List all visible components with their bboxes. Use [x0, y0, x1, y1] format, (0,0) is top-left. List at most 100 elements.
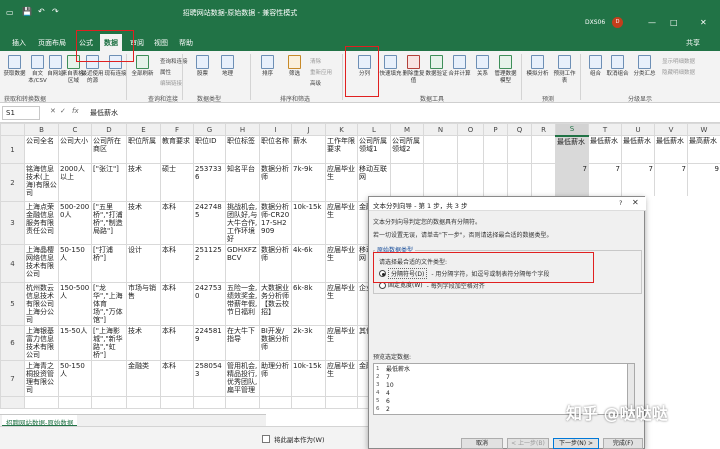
- advanced-filter-button[interactable]: 高级: [310, 79, 321, 87]
- row-header[interactable]: 6: [0, 325, 25, 361]
- column-header-o[interactable]: O: [457, 123, 484, 136]
- table-cell[interactable]: 管用机会,精品投行,优秀团队,扁平管理: [225, 360, 260, 397]
- stocks-button[interactable]: 股票: [190, 51, 215, 95]
- table-cell[interactable]: 2427485: [193, 201, 226, 245]
- formula-input[interactable]: 最低薪水: [90, 108, 118, 118]
- table-cell[interactable]: [483, 135, 508, 164]
- select-all-corner[interactable]: [0, 123, 25, 136]
- ungroup-button[interactable]: 取消组合: [605, 51, 630, 95]
- row-header[interactable]: 7: [0, 360, 25, 397]
- table-cell[interactable]: 应届毕业生: [325, 325, 358, 361]
- what-if-button[interactable]: 模拟分析: [525, 51, 550, 95]
- properties-button[interactable]: 属性: [160, 68, 171, 76]
- show-detail-button[interactable]: 显示明细数据: [662, 57, 695, 65]
- table-cell[interactable]: 50-150人: [58, 244, 92, 283]
- table-cell[interactable]: 挑战机会,团队好,与大牛合作,工作环境好: [225, 201, 260, 245]
- name-box[interactable]: S1: [2, 106, 40, 120]
- table-cell[interactable]: 公司所在商区: [91, 135, 127, 164]
- table-cell[interactable]: 应届毕业生: [325, 244, 358, 283]
- table-cell[interactable]: 本科: [160, 325, 194, 361]
- dialog-close-icon[interactable]: ✕: [632, 198, 639, 207]
- table-cell[interactable]: 硕士: [160, 163, 194, 202]
- column-header-s[interactable]: S: [555, 123, 589, 137]
- data-validation-button[interactable]: 数据验证: [424, 51, 449, 95]
- share-button[interactable]: 共享: [686, 38, 700, 48]
- table-cell[interactable]: 上海青之桐投资管理有限公司: [24, 360, 59, 397]
- table-cell[interactable]: 10k-15k: [291, 360, 326, 397]
- column-header-w[interactable]: W: [687, 123, 720, 136]
- table-cell[interactable]: 五险一金,绩效奖金,带薪年假,节日福利: [225, 282, 260, 326]
- table-cell[interactable]: 数据分析师: [259, 163, 292, 202]
- table-cell[interactable]: 技术: [126, 201, 161, 245]
- table-cell[interactable]: 大数据业务分析师【数云校招】: [259, 282, 292, 326]
- manage-data-model-button[interactable]: 管理数据模型: [493, 51, 518, 95]
- table-cell[interactable]: 应届毕业生: [325, 163, 358, 202]
- table-cell[interactable]: ["龙华","上海体育场","万体馆"]: [91, 282, 127, 326]
- get-data-button[interactable]: 获取数据: [2, 51, 27, 95]
- table-cell[interactable]: 10k-15k: [291, 201, 326, 245]
- column-header-j[interactable]: J: [291, 123, 326, 136]
- table-cell[interactable]: 杭州数云信息技术有限公司上海分公司: [24, 282, 59, 326]
- table-cell[interactable]: 数据分析师: [259, 244, 292, 283]
- table-cell[interactable]: 2000人以上: [58, 163, 92, 202]
- hide-detail-button[interactable]: 隐藏明细数据: [662, 68, 695, 76]
- reapply-button[interactable]: 重新应用: [310, 68, 332, 76]
- table-cell[interactable]: ["张江"]: [91, 163, 127, 202]
- column-header-t[interactable]: T: [588, 123, 622, 136]
- table-cell[interactable]: 技术: [126, 163, 161, 202]
- table-cell[interactable]: 最高薪水: [687, 135, 720, 164]
- row-header[interactable]: 2: [0, 163, 25, 202]
- row-header[interactable]: 1: [0, 135, 25, 164]
- row-header[interactable]: [0, 396, 25, 409]
- row-header[interactable]: 5: [0, 282, 25, 326]
- column-header-n[interactable]: N: [423, 123, 458, 136]
- edit-links-button[interactable]: 编辑链接: [160, 79, 182, 87]
- function-icon[interactable]: fx: [72, 107, 79, 115]
- cancel-button[interactable]: 取消: [461, 438, 503, 449]
- table-cell[interactable]: 技术: [126, 325, 161, 361]
- column-header-q[interactable]: Q: [507, 123, 532, 136]
- forecast-sheet-button[interactable]: 预测工作表: [552, 51, 577, 95]
- table-cell[interactable]: [91, 360, 127, 397]
- table-cell[interactable]: 2580543: [193, 360, 226, 397]
- table-cell[interactable]: 6k-8k: [291, 282, 326, 326]
- table-cell[interactable]: 本科: [160, 360, 194, 397]
- column-header-m[interactable]: M: [390, 123, 424, 136]
- table-cell[interactable]: 金融类: [126, 360, 161, 397]
- table-cell[interactable]: 公司所属领域1: [357, 135, 391, 164]
- column-header-k[interactable]: K: [325, 123, 358, 136]
- undo-icon[interactable]: ↶: [38, 7, 45, 16]
- radio-dot-fixed-width[interactable]: [379, 282, 386, 289]
- table-cell[interactable]: [291, 396, 326, 409]
- table-cell[interactable]: 7k-9k: [291, 163, 326, 202]
- table-cell[interactable]: 公司大小: [58, 135, 92, 164]
- table-cell[interactable]: 数据分析师-CR2017-SH2909: [259, 201, 292, 245]
- column-header-d[interactable]: D: [91, 123, 127, 136]
- table-cell[interactable]: 最低薪水: [621, 135, 655, 164]
- table-cell[interactable]: 在大牛下指导: [225, 325, 260, 361]
- close-icon[interactable]: ✕: [700, 18, 707, 27]
- row-header[interactable]: 3: [0, 201, 25, 245]
- queries-connections-button[interactable]: 查询和连接: [160, 57, 188, 65]
- table-cell[interactable]: 2511252: [193, 244, 226, 283]
- column-header-h[interactable]: H: [225, 123, 260, 136]
- table-cell[interactable]: 本科: [160, 282, 194, 326]
- status-checkbox[interactable]: [262, 435, 270, 443]
- column-header-l[interactable]: L: [357, 123, 391, 136]
- table-cell[interactable]: 职位名称: [259, 135, 292, 164]
- table-cell[interactable]: 4k-6k: [291, 244, 326, 283]
- avatar[interactable]: D: [612, 17, 623, 28]
- column-header-i[interactable]: I: [259, 123, 292, 136]
- column-header-v[interactable]: V: [654, 123, 688, 136]
- sort-button[interactable]: 排序: [255, 51, 280, 95]
- next-button[interactable]: 下一步(N) >: [553, 438, 599, 449]
- redo-icon[interactable]: ↷: [52, 7, 59, 16]
- table-cell[interactable]: [457, 135, 484, 164]
- table-cell[interactable]: BI开发/数据分析师: [259, 325, 292, 361]
- table-cell[interactable]: 500-2000人: [58, 201, 92, 245]
- user-name[interactable]: DXS06: [585, 19, 605, 26]
- table-cell[interactable]: 市场与销售: [126, 282, 161, 326]
- save-icon[interactable]: 💾: [22, 7, 32, 16]
- table-cell[interactable]: 薪水: [291, 135, 326, 164]
- column-header-r[interactable]: R: [531, 123, 556, 136]
